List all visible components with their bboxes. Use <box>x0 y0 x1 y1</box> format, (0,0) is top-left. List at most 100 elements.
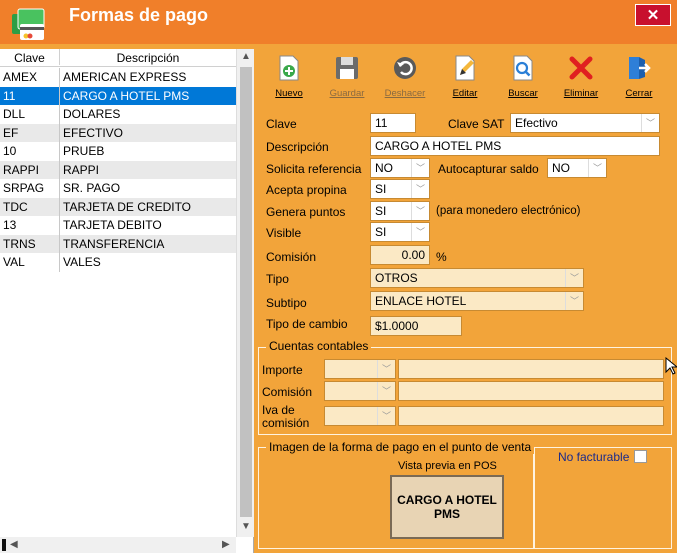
editar-label: Editar <box>452 88 478 99</box>
chevron-down-icon[interactable]: ﹀ <box>377 382 395 400</box>
subtipo-select[interactable]: ENLACE HOTEL ﹀ <box>370 291 584 311</box>
comision-cuenta-select[interactable]: ﹀ <box>324 381 396 401</box>
mouse-cursor-icon <box>665 357 677 375</box>
importe-cuenta-field[interactable] <box>398 359 664 379</box>
scroll-right-icon[interactable]: ▶ <box>222 539 230 550</box>
autocapturar-select[interactable]: NO ﹀ <box>547 158 607 178</box>
edit-icon <box>455 55 475 81</box>
comision-field[interactable]: 0.00 <box>370 245 430 265</box>
list-row[interactable]: DLL DOLARES <box>0 105 236 124</box>
title-bar: Formas de pago ✕ <box>0 0 677 44</box>
scroll-up-icon[interactable]: ▲ <box>241 51 251 62</box>
eliminar-button[interactable]: Eliminar <box>554 50 608 102</box>
row-desc: CARGO A HOTEL PMS <box>63 88 190 103</box>
nuevo-button[interactable]: Nuevo <box>262 50 316 102</box>
list-row[interactable]: VAL VALES <box>0 253 236 272</box>
column-header-descripcion[interactable]: Descripción <box>60 51 236 65</box>
row-clave: 10 <box>0 142 60 161</box>
row-desc: SR. PAGO <box>63 181 121 195</box>
row-desc: DOLARES <box>63 107 121 121</box>
list-row[interactable]: SRPAG SR. PAGO <box>0 179 236 198</box>
comision-label: Comisión <box>266 250 317 264</box>
importe-label: Importe <box>262 363 303 377</box>
delete-x-icon <box>569 56 593 80</box>
nuevo-label: Nuevo <box>275 88 303 99</box>
eliminar-label: Eliminar <box>563 88 599 99</box>
deshacer-button[interactable]: Deshacer <box>378 50 432 102</box>
acepta-propina-select[interactable]: SI ﹀ <box>370 179 430 199</box>
row-clave: EF <box>0 123 60 142</box>
guardar-button[interactable]: Guardar <box>320 50 374 102</box>
iva-comision-field[interactable] <box>398 406 664 426</box>
list-row-selected[interactable]: 11 CARGO A HOTEL PMS <box>0 86 236 105</box>
clave-sat-label: Clave SAT <box>448 117 505 131</box>
iva-label-line2: comisión <box>262 416 310 430</box>
row-clave: DLL <box>0 105 60 124</box>
row-clave: 11 <box>0 86 60 105</box>
payment-app-icon <box>12 8 45 40</box>
list-row[interactable]: EF EFECTIVO <box>0 123 236 142</box>
chevron-down-icon[interactable]: ﹀ <box>377 360 395 378</box>
list-row[interactable]: 10 PRUEB <box>0 142 236 161</box>
scroll-down-icon[interactable]: ▼ <box>241 521 251 532</box>
scroll-thumb[interactable] <box>240 67 252 517</box>
list-row[interactable]: RAPPI RAPPI <box>0 160 236 179</box>
iva-comision-select[interactable]: ﹀ <box>324 406 396 426</box>
tipo-select[interactable]: OTROS ﹀ <box>370 268 584 288</box>
list-row[interactable]: 13 TARJETA DEBITO <box>0 216 236 235</box>
buscar-button[interactable]: Buscar <box>496 50 550 102</box>
autocapturar-value: NO <box>552 161 570 175</box>
chevron-down-icon[interactable]: ﹀ <box>411 159 429 177</box>
chevron-down-icon[interactable]: ﹀ <box>411 202 429 220</box>
descripcion-field[interactable]: CARGO A HOTEL PMS <box>370 136 660 156</box>
row-desc: AMERICAN EXPRESS <box>63 70 187 84</box>
row-desc: TARJETA DE CREDITO <box>63 199 192 214</box>
subtipo-value: ENLACE HOTEL <box>375 294 467 308</box>
genera-puntos-select[interactable]: SI ﹀ <box>370 201 430 221</box>
cuentas-contables-title: Cuentas contables <box>266 339 372 353</box>
guardar-label: Guardar <box>329 88 365 99</box>
list-horizontal-scrollbar[interactable]: ◀ ▶ <box>0 537 236 553</box>
row-desc: PRUEB <box>63 144 105 158</box>
chevron-down-icon[interactable]: ﹀ <box>641 114 659 132</box>
clave-field[interactable]: 11 <box>370 113 416 133</box>
new-document-icon <box>279 55 299 81</box>
visible-select[interactable]: SI ﹀ <box>370 222 430 242</box>
tipo-cambio-field[interactable]: $1.0000 <box>370 316 462 336</box>
toolbar: Nuevo Guardar Deshacer Editar Buscar Eli… <box>262 50 661 102</box>
h-scroll-thumb[interactable] <box>2 539 6 551</box>
cerrar-button[interactable]: Cerrar <box>612 50 666 102</box>
importe-select[interactable]: ﹀ <box>324 359 396 379</box>
scroll-left-icon[interactable]: ◀ <box>10 539 18 550</box>
buscar-label: Buscar <box>508 88 538 99</box>
comision-percent: % <box>436 250 447 264</box>
descripcion-label: Descripción <box>266 140 329 154</box>
no-facturable-checkbox[interactable] <box>634 450 647 463</box>
row-clave: SRPAG <box>0 179 60 198</box>
close-window-button[interactable]: ✕ <box>635 4 671 26</box>
chevron-down-icon[interactable]: ﹀ <box>411 180 429 198</box>
list-row[interactable]: AMEX AMERICAN EXPRESS <box>0 68 236 87</box>
chevron-down-icon[interactable]: ﹀ <box>411 223 429 241</box>
list-row[interactable]: TRNS TRANSFERENCIA <box>0 234 236 253</box>
list-vertical-scrollbar[interactable]: ▲ ▼ <box>236 49 254 537</box>
list-row[interactable]: TDC TARJETA DE CREDITO <box>0 197 236 216</box>
chevron-down-icon[interactable]: ﹀ <box>565 292 583 310</box>
clave-sat-select[interactable]: Efectivo ﹀ <box>510 113 660 133</box>
pos-preview-button[interactable]: CARGO A HOTEL PMS <box>390 475 504 539</box>
chevron-down-icon[interactable]: ﹀ <box>565 269 583 287</box>
comision-cuenta-field[interactable] <box>398 381 664 401</box>
row-clave: TDC <box>0 197 60 216</box>
solicita-referencia-select[interactable]: NO ﹀ <box>370 158 430 178</box>
solicita-value: NO <box>375 161 393 175</box>
cerrar-label: Cerrar <box>625 88 653 99</box>
column-header-clave[interactable]: Clave <box>0 49 60 65</box>
imagen-pos-title: Imagen de la forma de pago en el punto d… <box>266 440 535 454</box>
chevron-down-icon[interactable]: ﹀ <box>588 159 606 177</box>
save-icon <box>336 57 358 79</box>
clave-sat-value: Efectivo <box>515 116 558 130</box>
chevron-down-icon[interactable]: ﹀ <box>377 407 395 425</box>
row-desc: RAPPI <box>63 162 100 177</box>
row-clave: VAL <box>0 253 60 272</box>
editar-button[interactable]: Editar <box>438 50 492 102</box>
